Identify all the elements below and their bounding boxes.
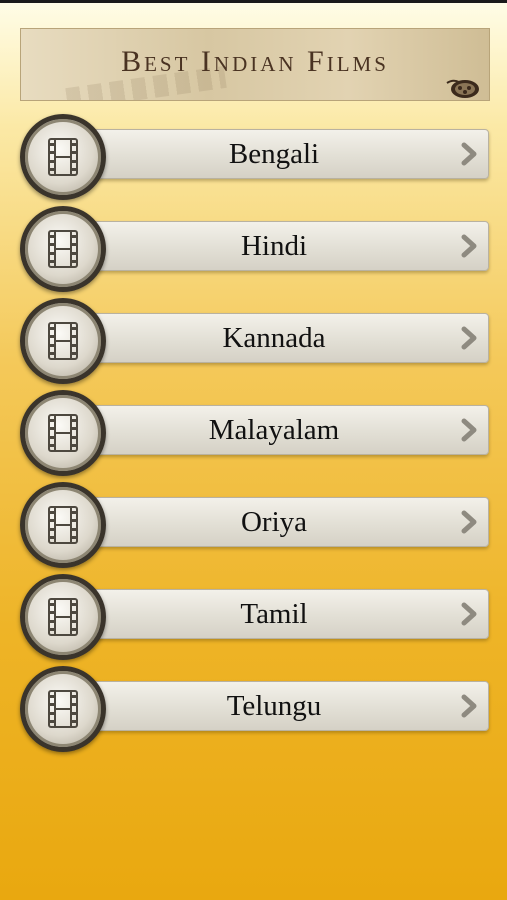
chevron-right-icon: [461, 234, 477, 258]
list-item-tamil[interactable]: Tamil: [18, 574, 492, 664]
chevron-right-icon: [461, 510, 477, 534]
chevron-right-icon: [461, 602, 477, 626]
list-item-hindi[interactable]: Hindi: [18, 206, 492, 296]
list-item-kannada[interactable]: Kannada: [18, 298, 492, 388]
chevron-right-icon: [461, 142, 477, 166]
film-strip-icon: [48, 414, 78, 452]
item-label: Hindi: [240, 230, 308, 262]
film-icon-badge: [20, 298, 106, 384]
film-icon-badge: [20, 206, 106, 292]
language-list: Bengali Hindi Kannada Malayalam Oriya Ta…: [0, 0, 507, 900]
film-strip-icon: [48, 230, 78, 268]
list-item-malayalam[interactable]: Malayalam: [18, 390, 492, 480]
item-label: Kannada: [222, 322, 326, 354]
film-icon-badge: [20, 666, 106, 752]
item-label: Malayalam: [208, 414, 340, 446]
film-strip-icon: [48, 598, 78, 636]
film-strip-icon: [48, 690, 78, 728]
chevron-right-icon: [461, 418, 477, 442]
film-strip-icon: [48, 138, 78, 176]
film-icon-badge: [20, 114, 106, 200]
film-icon-badge: [20, 390, 106, 476]
chevron-right-icon: [461, 326, 477, 350]
item-label: Bengali: [228, 138, 320, 170]
item-label: Tamil: [240, 598, 308, 630]
film-strip-icon: [48, 506, 78, 544]
list-item-bengali[interactable]: Bengali: [18, 114, 492, 204]
item-label: Telungu: [226, 690, 322, 722]
chevron-right-icon: [461, 694, 477, 718]
list-item-telungu[interactable]: Telungu: [18, 666, 492, 756]
film-icon-badge: [20, 574, 106, 660]
item-label: Oriya: [240, 506, 308, 538]
film-icon-badge: [20, 482, 106, 568]
film-strip-icon: [48, 322, 78, 360]
list-item-oriya[interactable]: Oriya: [18, 482, 492, 572]
